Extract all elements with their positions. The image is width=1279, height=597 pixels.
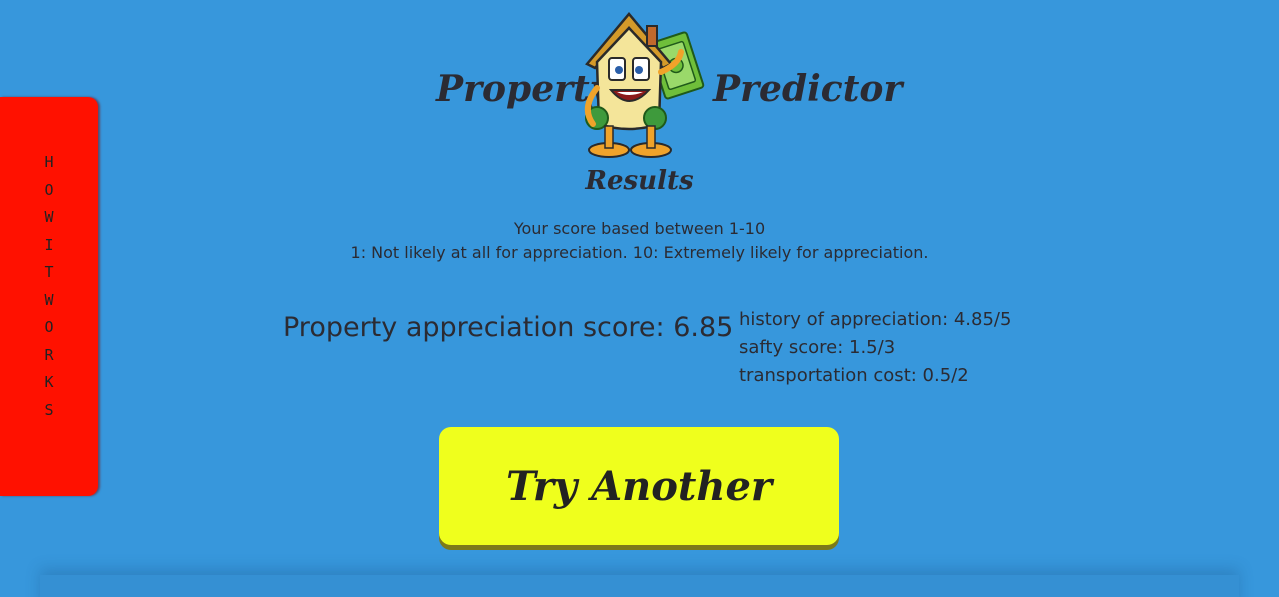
score-breakdown: history of appreciation: 4.85/5 safty sc…: [739, 306, 1011, 390]
score-scale-description: Your score based between 1-10: [513, 219, 766, 238]
results-heading: Results: [585, 166, 694, 196]
appreciation-score: Property appreciation score: 6.85: [283, 312, 734, 343]
score-scale-legend: 1: Not likely at all for appreciation. 1…: [350, 243, 929, 262]
try-another-label: Try Another: [506, 462, 772, 510]
results-page: HOW IT WORKS Property Predictor Results …: [0, 0, 1279, 597]
how-it-works-label: HOW IT WORKS: [44, 153, 54, 419]
safety-score: safty score: 1.5/3: [739, 337, 896, 358]
house-mascot-icon: [584, 12, 705, 158]
transportation-cost-score: transportation cost: 0.5/2: [739, 365, 969, 386]
logo-title-right: Predictor: [713, 68, 903, 110]
try-another-button[interactable]: Try Another: [439, 427, 839, 545]
site-logo: Property Predictor: [0, 10, 1279, 160]
footer-edge: [40, 575, 1239, 597]
history-of-appreciation-score: history of appreciation: 4.85/5: [739, 309, 1012, 330]
